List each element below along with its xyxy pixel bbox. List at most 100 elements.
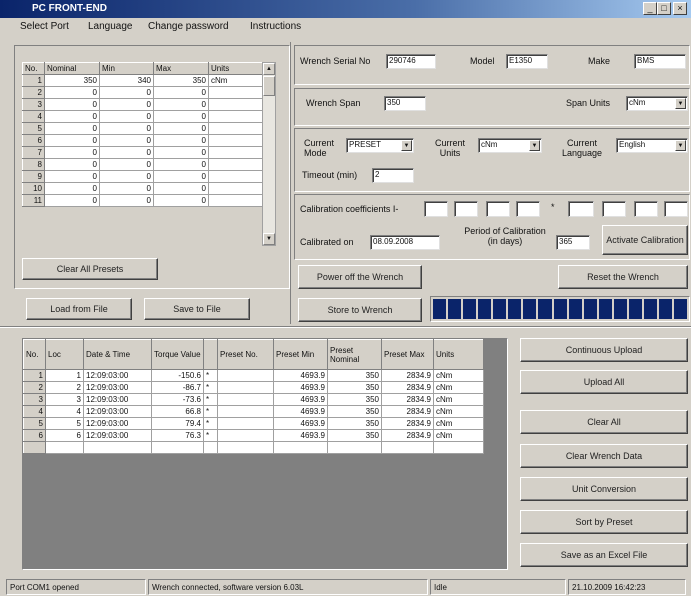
reading-preset-min-cell[interactable]: 4693.9: [273, 381, 328, 394]
clear-all-presets-button[interactable]: Clear All Presets: [22, 258, 158, 280]
chevron-down-icon[interactable]: ▼: [401, 140, 412, 151]
reading-no-cell[interactable]: 6: [23, 429, 46, 442]
power-off-wrench-button[interactable]: Power off the Wrench: [298, 265, 422, 289]
reading-preset-nominal-cell[interactable]: 350: [327, 405, 382, 418]
reading-preset-no-cell[interactable]: [217, 405, 274, 418]
preset-no-cell[interactable]: 2: [22, 86, 45, 99]
reading-row[interactable]: 3 3 12:09:03:00 -73.6 * 4693.9 350 2834.9 cNm: [23, 393, 484, 406]
reading-torque-cell[interactable]: -86.7: [151, 381, 204, 394]
reading-datetime-cell[interactable]: 12:09:03:00: [83, 405, 152, 418]
preset-nominal-cell[interactable]: 0: [44, 98, 100, 111]
preset-min-cell[interactable]: 0: [99, 146, 154, 159]
clear-wrench-data-button[interactable]: Clear Wrench Data: [520, 444, 688, 468]
preset-row[interactable]: 3000: [22, 98, 263, 111]
col-header-flag[interactable]: [203, 339, 218, 370]
preset-min-cell[interactable]: 0: [99, 134, 154, 147]
reading-datetime-cell[interactable]: 12:09:03:00: [83, 417, 152, 430]
chevron-down-icon[interactable]: ▼: [675, 98, 686, 109]
col-header-units[interactable]: Units: [433, 339, 484, 370]
preset-no-cell[interactable]: 1: [22, 74, 45, 87]
span-input[interactable]: 350: [384, 96, 426, 111]
reading-no-cell[interactable]: 5: [23, 417, 46, 430]
reading-flag-cell[interactable]: *: [203, 381, 218, 394]
calib-coeff-input-1[interactable]: [424, 201, 448, 217]
preset-row[interactable]: 1 350 340 350 cNm: [22, 74, 263, 87]
preset-row[interactable]: 7000: [22, 146, 263, 159]
chevron-down-icon[interactable]: ▼: [529, 140, 540, 151]
preset-units-cell[interactable]: [208, 182, 263, 195]
preset-row[interactable]: 4000: [22, 110, 263, 123]
col-header-min[interactable]: Min: [99, 62, 154, 75]
preset-nominal-cell[interactable]: 0: [44, 170, 100, 183]
reading-preset-no-cell[interactable]: [217, 393, 274, 406]
preset-no-cell[interactable]: 11: [22, 194, 45, 207]
scroll-up-arrow-icon[interactable]: ▲: [263, 63, 275, 75]
reading-units-cell[interactable]: cNm: [433, 429, 484, 442]
calib-coeff-input-6[interactable]: [602, 201, 626, 217]
col-header-no[interactable]: No.: [23, 339, 46, 370]
col-header-torque-value[interactable]: Torque Value: [151, 339, 204, 370]
reading-preset-max-cell[interactable]: 2834.9: [381, 381, 434, 394]
reading-torque-cell[interactable]: 79.4: [151, 417, 204, 430]
preset-max-cell[interactable]: 350: [153, 74, 209, 87]
reading-preset-max-cell[interactable]: 2834.9: [381, 393, 434, 406]
reading-empty-cell[interactable]: [23, 441, 46, 454]
reading-flag-cell[interactable]: *: [203, 417, 218, 430]
calibration-period-input[interactable]: 365: [556, 235, 590, 250]
preset-units-cell[interactable]: cNm: [208, 74, 263, 87]
reading-preset-min-cell[interactable]: 4693.9: [273, 417, 328, 430]
preset-no-cell[interactable]: 3: [22, 98, 45, 111]
col-header-preset-max[interactable]: Preset Max: [381, 339, 434, 370]
preset-row[interactable]: 10 0 0 0: [22, 182, 263, 195]
reading-loc-cell[interactable]: 6: [45, 429, 84, 442]
reading-preset-no-cell[interactable]: [217, 429, 274, 442]
preset-nominal-cell[interactable]: 0: [44, 146, 100, 159]
preset-max-cell[interactable]: 0: [153, 134, 209, 147]
preset-units-cell[interactable]: [208, 170, 263, 183]
reading-flag-cell[interactable]: *: [203, 405, 218, 418]
restore-button[interactable]: □: [657, 2, 671, 15]
preset-row[interactable]: 6000: [22, 134, 263, 147]
reading-empty-cell[interactable]: [217, 441, 274, 454]
reading-preset-nominal-cell[interactable]: 350: [327, 429, 382, 442]
serial-input[interactable]: 290746: [386, 54, 436, 69]
reset-wrench-button[interactable]: Reset the Wrench: [558, 265, 688, 289]
scroll-thumb[interactable]: [263, 76, 275, 96]
reading-flag-cell[interactable]: *: [203, 393, 218, 406]
calib-coeff-input-2[interactable]: [454, 201, 478, 217]
activate-calibration-button[interactable]: Activate Calibration: [602, 225, 688, 255]
calib-coeff-input-5[interactable]: [568, 201, 594, 217]
reading-preset-min-cell[interactable]: 4693.9: [273, 405, 328, 418]
preset-nominal-cell[interactable]: 0: [44, 182, 100, 195]
span-units-select[interactable]: cNm ▼: [626, 96, 688, 111]
reading-flag-cell[interactable]: *: [203, 369, 218, 382]
reading-datetime-cell[interactable]: 12:09:03:00: [83, 369, 152, 382]
preset-nominal-cell[interactable]: 0: [44, 86, 100, 99]
reading-preset-no-cell[interactable]: [217, 381, 274, 394]
reading-units-cell[interactable]: cNm: [433, 369, 484, 382]
preset-min-cell[interactable]: 0: [99, 158, 154, 171]
reading-preset-nominal-cell[interactable]: 350: [327, 369, 382, 382]
reading-loc-cell[interactable]: 3: [45, 393, 84, 406]
preset-min-cell[interactable]: 0: [99, 86, 154, 99]
preset-units-cell[interactable]: [208, 134, 263, 147]
reading-torque-cell[interactable]: -73.6: [151, 393, 204, 406]
reading-row[interactable]: 5 5 12:09:03:00 79.4 * 4693.9 350 2834.9 cNm: [23, 417, 484, 430]
preset-min-cell[interactable]: 0: [99, 194, 154, 207]
reading-preset-max-cell[interactable]: 2834.9: [381, 417, 434, 430]
reading-row[interactable]: 1 1 12:09:03:00 -150.6 * 4693.9 350 2834.9 cNm: [23, 369, 484, 382]
save-to-file-button[interactable]: Save to File: [144, 298, 250, 320]
col-header-units[interactable]: Units: [208, 62, 263, 75]
preset-nominal-cell[interactable]: 0: [44, 194, 100, 207]
reading-empty-cell[interactable]: [327, 441, 382, 454]
preset-nominal-cell[interactable]: 350: [44, 74, 100, 87]
reading-empty-cell[interactable]: [83, 441, 152, 454]
reading-row[interactable]: 2 2 12:09:03:00 -86.7 * 4693.9 350 2834.9 cNm: [23, 381, 484, 394]
reading-preset-max-cell[interactable]: 2834.9: [381, 405, 434, 418]
save-excel-button[interactable]: Save as an Excel File: [520, 543, 688, 567]
reading-preset-no-cell[interactable]: [217, 417, 274, 430]
reading-preset-min-cell[interactable]: 4693.9: [273, 393, 328, 406]
reading-loc-cell[interactable]: 5: [45, 417, 84, 430]
calib-coeff-input-4[interactable]: [516, 201, 540, 217]
reading-datetime-cell[interactable]: 12:09:03:00: [83, 393, 152, 406]
